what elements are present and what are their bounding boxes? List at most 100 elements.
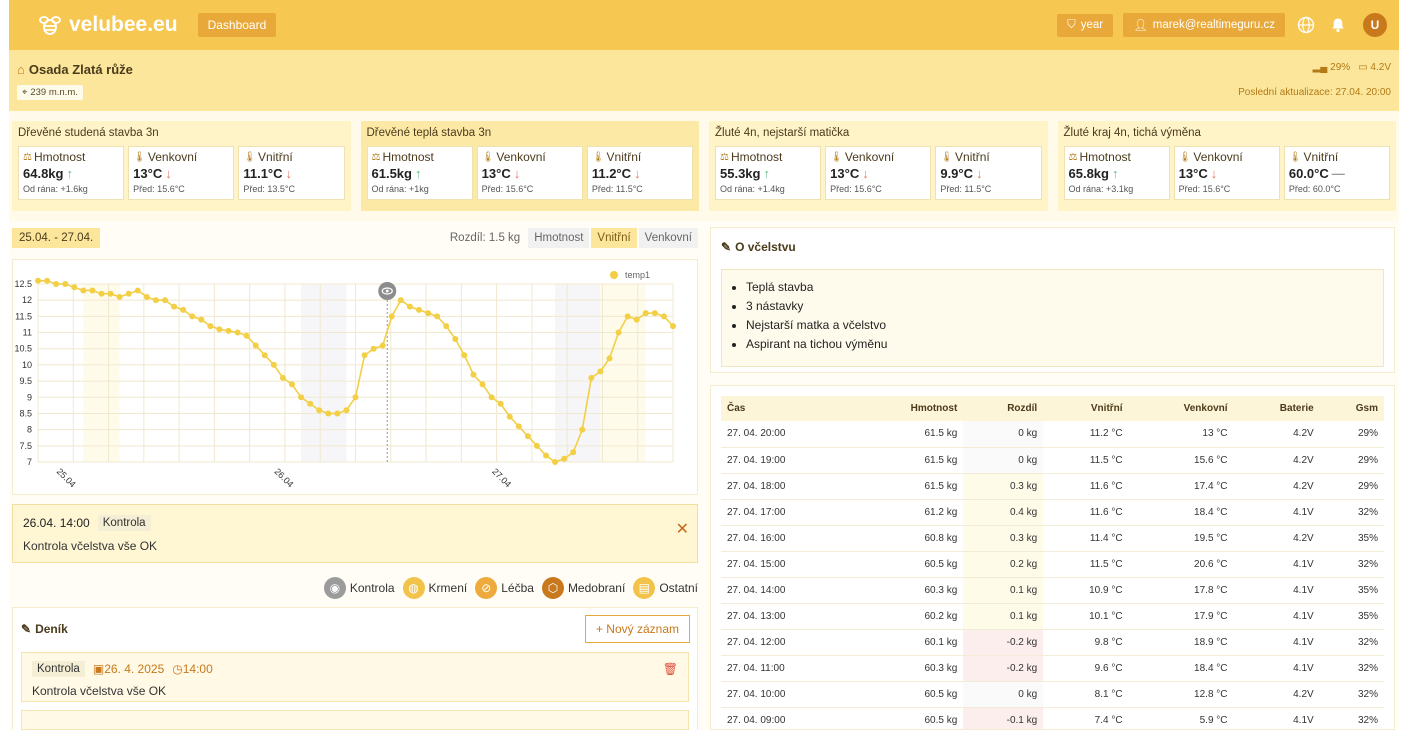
legend-item[interactable]: ▤ Ostatní [633,577,698,599]
brand-logo[interactable]: velubee.eu [37,12,178,38]
tab-vnitřní[interactable]: Vnitřní [591,228,637,248]
data-point[interactable] [298,394,305,401]
data-point[interactable] [107,290,114,297]
column-header[interactable]: Vnitřní [1043,396,1129,421]
data-point[interactable] [80,287,87,294]
legend-item[interactable]: ◉ Kontrola [323,577,395,599]
data-point[interactable] [370,345,377,352]
period-button[interactable]: ⛉ year [1057,13,1114,37]
data-point[interactable] [289,381,295,388]
trash-icon[interactable]: 🗑︎ [663,662,678,676]
data-point[interactable] [198,316,205,323]
data-point[interactable] [642,310,649,317]
data-point[interactable] [216,326,223,333]
data-point[interactable] [452,336,459,343]
hive-card[interactable]: Žluté 4n, nejstarší matička ⚖ Hmotnost 55.3… [709,121,1048,211]
data-point[interactable] [243,332,250,339]
data-point[interactable] [533,442,540,449]
hive-card[interactable]: Žluté kraj 4n, tichá výměna ⚖ Hmotnost 65.8… [1057,121,1396,211]
data-point[interactable] [606,355,613,362]
data-point[interactable] [561,455,568,462]
legend-item[interactable]: ◍ Krmení [402,577,467,599]
globe-icon[interactable] [1295,14,1317,36]
data-point[interactable] [352,394,359,401]
data-point[interactable] [162,297,168,304]
data-point[interactable] [570,449,577,456]
data-point[interactable] [651,310,658,317]
data-point[interactable] [334,410,341,417]
data-point[interactable] [316,407,323,414]
tab-hmotnost[interactable]: Hmotnost [528,228,590,248]
data-point[interactable] [506,413,513,420]
avatar[interactable]: U [1363,13,1387,37]
data-point[interactable] [406,303,413,310]
data-point[interactable] [98,290,105,297]
hive-card[interactable]: Dřevěné studená stavba 3n ⚖ Hmotnost 64.8kg… [12,121,351,211]
data-point[interactable] [361,352,368,359]
data-point[interactable] [234,329,241,336]
user-button[interactable]: 👤︎ marek@realtimeguru.cz [1123,13,1285,37]
data-point[interactable] [62,281,69,287]
data-point[interactable] [615,329,622,336]
data-point[interactable] [125,290,132,297]
close-icon[interactable]: ✕ [676,519,689,539]
column-header[interactable]: Rozdíl [963,396,1044,421]
dashboard-button[interactable]: Dashboard [197,13,277,37]
data-point[interactable] [579,426,586,433]
data-point[interactable] [35,277,41,284]
data-point[interactable] [270,361,277,368]
data-point[interactable] [552,459,559,465]
data-point[interactable] [524,433,531,440]
data-point[interactable] [488,394,495,401]
column-header[interactable]: Čas [721,396,854,421]
data-point[interactable] [633,316,640,323]
column-header[interactable]: Venkovní [1128,396,1234,421]
data-point[interactable] [189,313,196,320]
data-point[interactable] [597,368,604,375]
data-point[interactable] [207,323,214,330]
data-point[interactable] [461,352,468,359]
data-point[interactable] [307,400,314,407]
column-header[interactable]: Baterie [1233,396,1320,421]
data-point[interactable] [624,313,631,320]
data-point[interactable] [89,287,96,294]
new-entry-button[interactable]: + Nový záznam [584,615,690,643]
data-point[interactable] [470,371,477,378]
bell-icon[interactable] [1327,14,1349,36]
data-point[interactable] [343,407,350,414]
legend-item[interactable]: ⊘ Léčba [475,577,534,599]
data-point[interactable] [479,381,486,388]
column-header[interactable]: Gsm [1319,396,1384,421]
data-point[interactable] [53,281,60,287]
data-point[interactable] [44,277,51,284]
data-point[interactable] [152,297,159,304]
data-point[interactable] [134,287,141,294]
data-point[interactable] [116,293,123,300]
data-point[interactable] [325,410,332,417]
data-point[interactable] [379,342,386,349]
data-point[interactable] [225,327,232,334]
data-point[interactable] [71,284,78,291]
column-header[interactable]: Hmotnost [853,396,964,421]
tab-venkovní[interactable]: Venkovní [638,228,698,248]
data-point[interactable] [416,306,422,313]
data-point[interactable] [588,374,595,381]
legend-item[interactable]: ⬡ Medobraní [541,577,625,599]
data-point[interactable] [397,297,404,304]
date-range[interactable]: 25.04. - 27.04. [12,228,101,248]
data-point[interactable] [515,423,522,430]
data-point[interactable] [252,342,259,349]
data-point[interactable] [279,374,286,381]
data-point[interactable] [543,452,549,459]
data-point[interactable] [143,293,150,300]
data-point[interactable] [670,323,676,330]
data-point[interactable] [171,303,178,310]
data-point[interactable] [660,313,667,320]
data-point[interactable] [180,306,187,313]
data-point[interactable] [261,352,268,359]
data-point[interactable] [425,310,432,317]
data-point[interactable] [497,400,504,407]
hive-card[interactable]: Dřevěné teplá stavba 3n ⚖ Hmotnost 61.5kg ↑ O… [360,121,699,211]
data-point[interactable] [434,313,441,320]
data-point[interactable] [388,313,395,320]
